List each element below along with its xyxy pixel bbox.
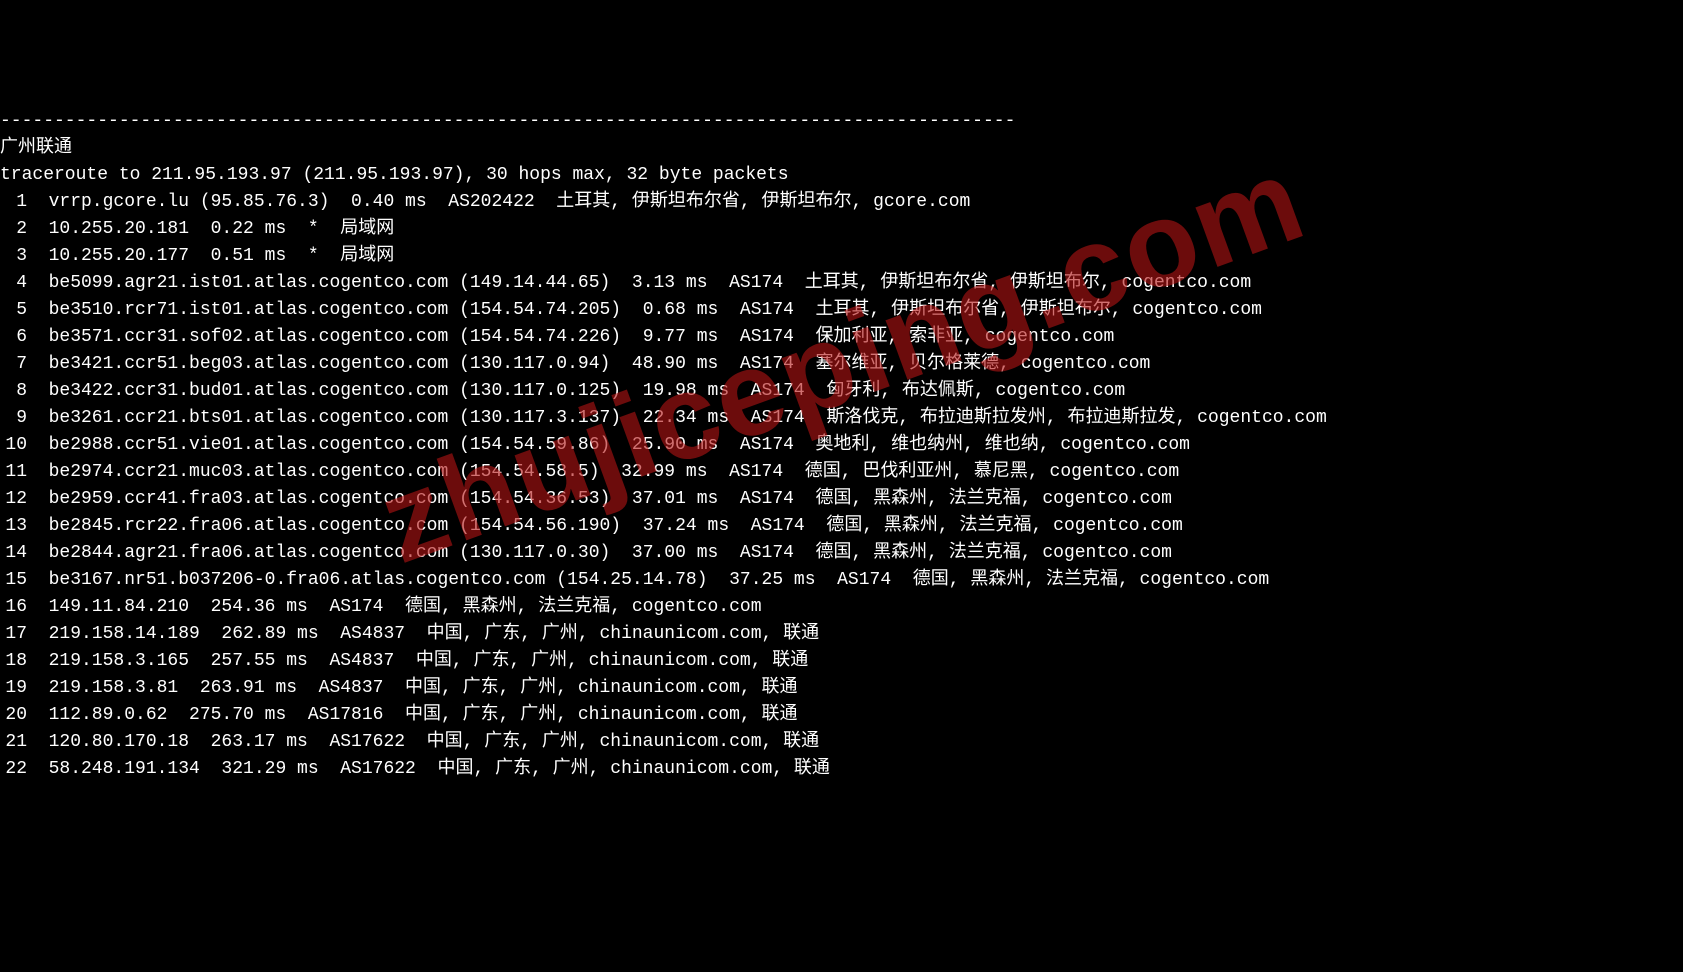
hop-row: 15 be3167.nr51.b037206-0.fra06.atlas.cog… (0, 567, 1683, 594)
hop-detail: 149.11.84.210 254.36 ms AS174 德国, 黑森州, 法… (27, 597, 762, 617)
location-header: 广州联通 (0, 138, 72, 158)
hop-row: 10 be2988.ccr51.vie01.atlas.cogentco.com… (0, 432, 1683, 459)
hop-row: 13 be2845.rcr22.fra06.atlas.cogentco.com… (0, 513, 1683, 540)
hop-number: 22 (0, 756, 27, 783)
hop-row: 1 vrrp.gcore.lu (95.85.76.3) 0.40 ms AS2… (0, 189, 1683, 216)
hop-detail: be3571.ccr31.sof02.atlas.cogentco.com (1… (27, 327, 1114, 347)
hop-row: 3 10.255.20.177 0.51 ms * 局域网 (0, 243, 1683, 270)
hop-number: 21 (0, 729, 27, 756)
hop-detail: vrrp.gcore.lu (95.85.76.3) 0.40 ms AS202… (27, 192, 970, 212)
hop-row: 18 219.158.3.165 257.55 ms AS4837 中国, 广东… (0, 648, 1683, 675)
hop-detail: be3510.rcr71.ist01.atlas.cogentco.com (1… (27, 300, 1262, 320)
terminal-output: ----------------------------------------… (0, 108, 1683, 783)
hop-detail: be3421.ccr51.beg03.atlas.cogentco.com (1… (27, 354, 1150, 374)
hop-detail: 10.255.20.177 0.51 ms * 局域网 (27, 246, 394, 266)
hop-number: 13 (0, 513, 27, 540)
hop-row: 16 149.11.84.210 254.36 ms AS174 德国, 黑森州… (0, 594, 1683, 621)
hop-detail: be3261.ccr21.bts01.atlas.cogentco.com (1… (27, 408, 1327, 428)
hop-number: 15 (0, 567, 27, 594)
hop-row: 7 be3421.ccr51.beg03.atlas.cogentco.com … (0, 351, 1683, 378)
hop-row: 8 be3422.ccr31.bud01.atlas.cogentco.com … (0, 378, 1683, 405)
hop-detail: 219.158.14.189 262.89 ms AS4837 中国, 广东, … (27, 624, 819, 644)
hop-row: 12 be2959.ccr41.fra03.atlas.cogentco.com… (0, 486, 1683, 513)
hop-detail: be3167.nr51.b037206-0.fra06.atlas.cogent… (27, 570, 1269, 590)
hop-number: 19 (0, 675, 27, 702)
hop-detail: 120.80.170.18 263.17 ms AS17622 中国, 广东, … (27, 732, 819, 752)
hop-row: 21 120.80.170.18 263.17 ms AS17622 中国, 广… (0, 729, 1683, 756)
hop-number: 3 (0, 243, 27, 270)
hop-detail: be2844.agr21.fra06.atlas.cogentco.com (1… (27, 543, 1172, 563)
hop-number: 12 (0, 486, 27, 513)
hop-detail: 219.158.3.81 263.91 ms AS4837 中国, 广东, 广州… (27, 678, 798, 698)
hop-number: 4 (0, 270, 27, 297)
hop-number: 8 (0, 378, 27, 405)
hop-detail: be2959.ccr41.fra03.atlas.cogentco.com (1… (27, 489, 1172, 509)
hop-detail: be2988.ccr51.vie01.atlas.cogentco.com (1… (27, 435, 1190, 455)
hop-detail: 10.255.20.181 0.22 ms * 局域网 (27, 219, 394, 239)
hop-number: 11 (0, 459, 27, 486)
hop-row: 2 10.255.20.181 0.22 ms * 局域网 (0, 216, 1683, 243)
hop-number: 7 (0, 351, 27, 378)
hop-row: 5 be3510.rcr71.ist01.atlas.cogentco.com … (0, 297, 1683, 324)
hop-number: 17 (0, 621, 27, 648)
hop-row: 17 219.158.14.189 262.89 ms AS4837 中国, 广… (0, 621, 1683, 648)
hop-row: 11 be2974.ccr21.muc03.atlas.cogentco.com… (0, 459, 1683, 486)
hop-detail: 112.89.0.62 275.70 ms AS17816 中国, 广东, 广州… (27, 705, 798, 725)
hop-detail: be2845.rcr22.fra06.atlas.cogentco.com (1… (27, 516, 1183, 536)
hop-detail: be3422.ccr31.bud01.atlas.cogentco.com (1… (27, 381, 1125, 401)
hop-number: 9 (0, 405, 27, 432)
hop-row: 14 be2844.agr21.fra06.atlas.cogentco.com… (0, 540, 1683, 567)
hop-number: 18 (0, 648, 27, 675)
traceroute-header: traceroute to 211.95.193.97 (211.95.193.… (0, 165, 789, 185)
separator-line: ----------------------------------------… (0, 111, 1015, 131)
hop-row: 4 be5099.agr21.ist01.atlas.cogentco.com … (0, 270, 1683, 297)
hop-row: 22 58.248.191.134 321.29 ms AS17622 中国, … (0, 756, 1683, 783)
hop-number: 1 (0, 189, 27, 216)
hop-detail: be5099.agr21.ist01.atlas.cogentco.com (1… (27, 273, 1251, 293)
hop-number: 10 (0, 432, 27, 459)
hop-row: 6 be3571.ccr31.sof02.atlas.cogentco.com … (0, 324, 1683, 351)
hop-detail: be2974.ccr21.muc03.atlas.cogentco.com (1… (27, 462, 1179, 482)
hop-row: 9 be3261.ccr21.bts01.atlas.cogentco.com … (0, 405, 1683, 432)
hop-number: 2 (0, 216, 27, 243)
hop-detail: 58.248.191.134 321.29 ms AS17622 中国, 广东,… (27, 759, 830, 779)
hop-row: 20 112.89.0.62 275.70 ms AS17816 中国, 广东,… (0, 702, 1683, 729)
hop-number: 20 (0, 702, 27, 729)
hop-row: 19 219.158.3.81 263.91 ms AS4837 中国, 广东,… (0, 675, 1683, 702)
hop-number: 14 (0, 540, 27, 567)
hop-detail: 219.158.3.165 257.55 ms AS4837 中国, 广东, 广… (27, 651, 808, 671)
hop-number: 16 (0, 594, 27, 621)
hop-number: 6 (0, 324, 27, 351)
hop-number: 5 (0, 297, 27, 324)
